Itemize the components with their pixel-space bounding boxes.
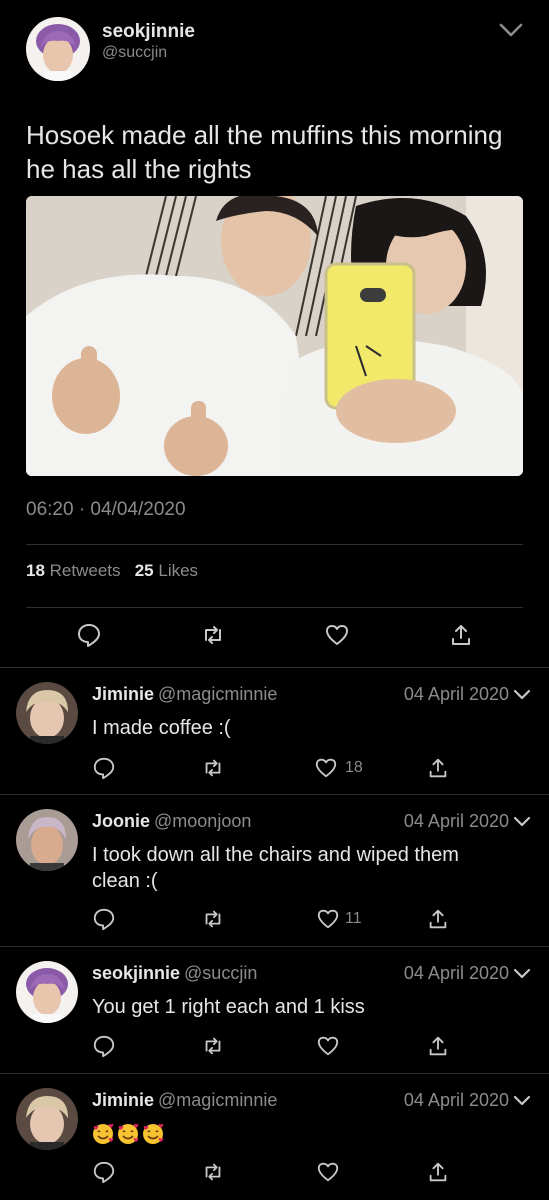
share-icon[interactable] — [426, 1034, 452, 1060]
reply-icon[interactable] — [92, 907, 118, 933]
smiling-face-with-hearts-emoji — [117, 1123, 139, 1145]
reply-text: I took down all the chairs and wiped the… — [92, 844, 459, 892]
reply-text: I made coffee :( — [92, 717, 231, 739]
display-name[interactable]: seokjinnie — [102, 21, 195, 43]
reply-actions: 18 — [0, 756, 549, 784]
handle[interactable]: @moonjoon — [154, 811, 251, 831]
reply-tweet[interactable]: seokjinnie @succjin 04 April 2020 You get… — [0, 947, 549, 1073]
tweet-text: Hosoek made all the muffins this morning… — [26, 120, 503, 184]
smiling-face-with-hearts-emoji — [92, 1123, 114, 1145]
avatar[interactable] — [26, 17, 90, 81]
like-count: 11 — [345, 910, 362, 927]
reply-icon[interactable] — [76, 622, 102, 648]
likes-count[interactable]: 25 — [135, 561, 154, 580]
chevron-down-icon[interactable] — [513, 688, 531, 702]
retweet-icon[interactable] — [201, 1160, 227, 1186]
reply-icon[interactable] — [92, 756, 118, 782]
reply-icon[interactable] — [92, 1160, 118, 1186]
reply-actions — [0, 1034, 549, 1062]
divider — [26, 544, 523, 545]
share-icon[interactable] — [426, 1160, 452, 1186]
divider — [26, 607, 523, 608]
likes-label[interactable]: Likes — [158, 561, 198, 580]
main-tweet: seokjinnie @succjin Hosoek made all the … — [0, 0, 549, 668]
share-icon[interactable] — [426, 907, 452, 933]
avatar[interactable] — [16, 682, 78, 744]
like-count: 18 — [345, 759, 363, 776]
retweet-icon[interactable] — [201, 1034, 227, 1060]
reply-tweet[interactable]: Jiminie @magicminnie 04 April 2020 I made… — [0, 668, 549, 794]
chevron-down-icon[interactable] — [513, 815, 531, 829]
chevron-down-icon[interactable] — [513, 967, 531, 981]
handle[interactable]: @magicminnie — [158, 1090, 277, 1110]
retweets-count[interactable]: 18 — [26, 561, 45, 580]
reply-actions: 11 — [0, 907, 549, 935]
chevron-down-icon[interactable] — [513, 1094, 531, 1108]
reply-header: Jiminie @magicminnie — [92, 684, 277, 705]
retweet-icon[interactable] — [201, 756, 227, 782]
reply-date: 04 April 2020 — [403, 963, 509, 983]
display-name[interactable]: Joonie — [92, 811, 150, 831]
avatar[interactable] — [16, 1088, 78, 1150]
display-name[interactable]: seokjinnie — [92, 963, 180, 983]
tweet-stats: 18 Retweets 25 Likes — [26, 561, 198, 581]
reply-text: You get 1 right each and 1 kiss — [92, 996, 365, 1018]
share-icon[interactable] — [426, 756, 452, 782]
handle[interactable]: @succjin — [184, 963, 257, 983]
like-icon[interactable] — [324, 622, 350, 648]
handle[interactable]: @succjin — [102, 44, 167, 62]
reply-text — [92, 1120, 512, 1146]
retweet-icon[interactable] — [200, 622, 226, 648]
reply-header: seokjinnie @succjin — [92, 963, 257, 984]
reply-actions — [0, 1160, 549, 1188]
reply-date: 04 April 2020 — [403, 1090, 509, 1110]
chevron-down-icon[interactable] — [498, 20, 524, 40]
tweet-photo[interactable] — [26, 196, 523, 476]
reply-date: 04 April 2020 — [403, 811, 509, 831]
display-name[interactable]: Jiminie — [92, 1090, 154, 1110]
like-icon[interactable] — [316, 1160, 342, 1186]
reply-header: Jiminie @magicminnie — [92, 1090, 277, 1111]
avatar[interactable] — [16, 809, 78, 871]
reply-tweet[interactable]: Jiminie @magicminnie 04 April 2020 — [0, 1074, 549, 1200]
reply-header: Joonie @moonjoon — [92, 811, 251, 832]
reply-icon[interactable] — [92, 1034, 118, 1060]
like-icon[interactable] — [316, 1034, 342, 1060]
handle[interactable]: @magicminnie — [158, 684, 277, 704]
smiling-face-with-hearts-emoji — [142, 1123, 164, 1145]
reply-date: 04 April 2020 — [403, 684, 509, 704]
display-name[interactable]: Jiminie — [92, 684, 154, 704]
reply-tweet[interactable]: Joonie @moonjoon 04 April 2020 I took dow… — [0, 795, 549, 946]
retweet-icon[interactable] — [201, 907, 227, 933]
share-icon[interactable] — [448, 622, 474, 648]
like-icon[interactable] — [316, 907, 342, 933]
tweet-actions — [0, 620, 549, 652]
tweet-timestamp: 06:20 · 04/04/2020 — [26, 499, 186, 520]
avatar[interactable] — [16, 961, 78, 1023]
retweets-label[interactable]: Retweets — [50, 561, 121, 580]
like-icon[interactable] — [314, 756, 340, 782]
